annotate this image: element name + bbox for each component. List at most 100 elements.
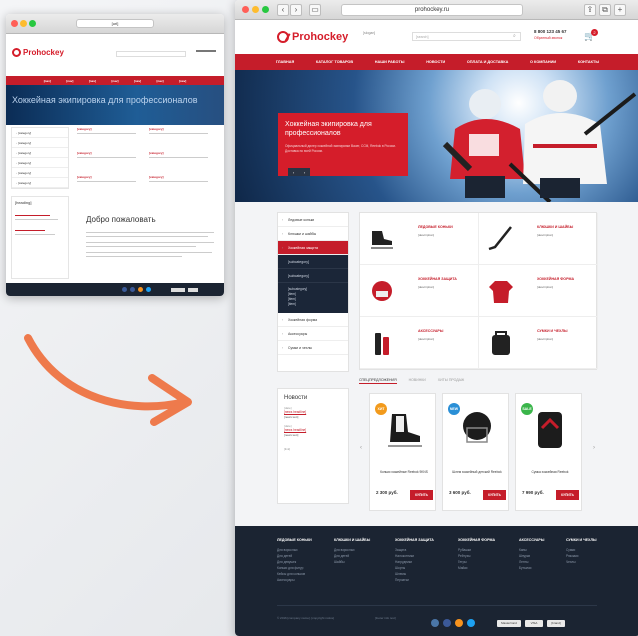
all-news-link[interactable]: [link] [284,447,342,451]
vk-icon[interactable] [431,619,439,627]
twitter-icon[interactable] [146,287,151,292]
hero-text: Официальный дилер хоккейной экипировки B… [285,144,396,153]
callback-link[interactable]: Обратный звонок [534,36,562,40]
nav-home[interactable]: ГЛАВНАЯ [276,60,294,64]
minimize-dot[interactable] [20,20,27,27]
old-nav-item[interactable]: [nav] [157,79,164,83]
sidebar-item-active[interactable]: Хоккейная защита [278,241,348,255]
old-category[interactable]: [category] [149,151,215,171]
old-sidebar-item[interactable]: [category] [12,138,68,148]
minimize-dot[interactable] [252,6,259,13]
product-card[interactable]: ХИТ Коньки хоккейные Reebok 9KNS 2 300 р… [369,393,436,511]
old-sidebar-item[interactable]: [category] [12,178,68,188]
chevron-right-icon[interactable]: › [304,170,305,175]
sidebar-item[interactable]: Хоккейная форма [278,313,348,327]
product-card[interactable]: NEW Шлем хоккейный детский Reebok 3 600 … [442,393,509,511]
new-site-window: ‹ › ▭ prohockey.ru ⇪ ⧉ + Prohockey [slog… [235,0,638,636]
footer-link[interactable]: Шайбы [334,559,370,565]
buy-button[interactable]: КУПИТЬ [483,490,506,500]
zoom-dot[interactable] [29,20,36,27]
hero-slider-controls: ‹ › [288,168,310,176]
carousel-prev-icon[interactable]: ‹ [360,445,362,451]
search-icon[interactable]: ⌕ [513,33,516,39]
category-skates[interactable]: ЛЕДОВЫЕ КОНЬКИ [description] [360,213,479,265]
old-category[interactable]: [category] [77,175,143,195]
buy-button[interactable]: КУПИТЬ [410,490,433,500]
close-dot[interactable] [11,20,18,27]
vk-icon[interactable] [122,287,127,292]
twitter-icon[interactable] [467,619,475,627]
category-sticks[interactable]: КЛЮШКИ И ШАЙБЫ [description] [479,213,598,265]
nav-news[interactable]: НОВОСТИ [426,60,445,64]
category-desc: [description] [537,285,554,289]
zoom-dot[interactable] [262,6,269,13]
news-heading: Новости [284,395,308,401]
odnoklassniki-icon[interactable] [455,619,463,627]
category-protection[interactable]: ХОККЕЙНАЯ ЗАЩИТА [description] [360,265,479,317]
nav-catalog[interactable]: КАТАЛОГ ТОВАРОВ [316,60,353,64]
sidebar-subitem[interactable]: [subcategory] [278,255,348,269]
facebook-icon[interactable] [130,287,135,292]
buy-button[interactable]: КУПИТЬ [556,490,579,500]
old-sidebar-item[interactable]: [category] [12,168,68,178]
nav-payment-delivery[interactable]: ОПЛАТА И ДОСТАВКА [467,60,509,64]
text-line [86,252,212,253]
footer-link[interactable]: Майки [458,565,495,571]
old-nav-item[interactable]: [nav] [44,79,51,83]
old-category[interactable]: [category] [77,151,143,171]
nav-contacts[interactable]: КОНТАКТЫ [578,60,599,64]
sidebar-item[interactable]: Ледовые коньки [278,213,348,227]
footer-link[interactable]: Бутылки [519,565,544,571]
tabs-icon[interactable]: ⧉ [599,4,611,16]
nav-works[interactable]: НАШИ РАБОТЫ [375,60,405,64]
sidebar-item[interactable]: Сумки и чехлы [278,341,348,355]
forward-button[interactable]: › [290,4,302,16]
old-category[interactable]: [category] [149,127,215,147]
product-name: Шлем хоккейный детский Reebok [452,470,502,474]
category-uniform[interactable]: ХОККЕЙНАЯ ФОРМА [description] [479,265,598,317]
footer-link[interactable]: Чехлы [566,559,597,565]
chevron-left-icon[interactable]: ‹ [293,170,294,175]
old-nav-item[interactable]: [nav] [66,79,73,83]
tab-new[interactable]: НОВИНКИ [409,378,426,384]
sidebar-toggle-icon[interactable]: ▭ [309,4,321,16]
sidebar-item[interactable]: Клюшки и шайбы [278,227,348,241]
old-nav-item[interactable]: [nav] [89,79,96,83]
old-category[interactable]: [category] [149,175,215,195]
sidebar-subgroup-item[interactable]: [item] [288,302,338,307]
old-url-bar[interactable]: [url] [76,19,154,28]
old-news-line [15,215,50,216]
sidebar-subitem[interactable]: [subcategory] [278,269,348,283]
category-desc: [description] [418,337,435,341]
category-bags[interactable]: СУМКИ И ЧЕХЛЫ [description] [479,317,598,369]
old-sidebar-item[interactable]: [category] [12,128,68,138]
category-accessories[interactable]: АКСЕССУАРЫ [description] [360,317,479,369]
sidebar-item[interactable]: Аксессуары [278,327,348,341]
text-line [86,242,214,243]
back-button[interactable]: ‹ [277,4,289,16]
old-nav-item[interactable]: [nav] [134,79,141,83]
share-icon[interactable]: ⇪ [584,4,596,16]
old-nav-item[interactable]: [nav] [179,79,186,83]
close-dot[interactable] [242,6,249,13]
old-logo[interactable]: Prohockey [12,48,64,57]
site-logo[interactable]: Prohockey [277,31,348,43]
tab-bestsellers[interactable]: ХИТЫ ПРОДАЖ [438,378,464,384]
search-input[interactable]: [search] [412,32,521,41]
old-sidebar-item[interactable]: [category] [12,158,68,168]
facebook-icon[interactable] [443,619,451,627]
url-bar[interactable]: prohockey.ru [341,4,523,16]
tab-special-offers[interactable]: СПЕЦПРЕДЛОЖЕНИЯ [359,378,397,384]
old-news-line [15,219,58,220]
ok-icon[interactable] [138,287,143,292]
nav-about[interactable]: О КОМПАНИИ [530,60,556,64]
product-card[interactable]: SALE Сумка хоккейная Reebok 7 990 руб. К… [515,393,582,511]
old-nav-item[interactable]: [nav] [111,79,118,83]
footer-link[interactable]: Аксессуары [277,577,312,583]
old-search-input[interactable] [116,51,186,57]
new-tab-icon[interactable]: + [614,4,626,16]
old-category[interactable]: [category] [77,127,143,147]
old-sidebar-item[interactable]: [category] [12,148,68,158]
footer-link[interactable]: Перчатки [395,577,434,583]
carousel-next-icon[interactable]: › [593,445,595,451]
